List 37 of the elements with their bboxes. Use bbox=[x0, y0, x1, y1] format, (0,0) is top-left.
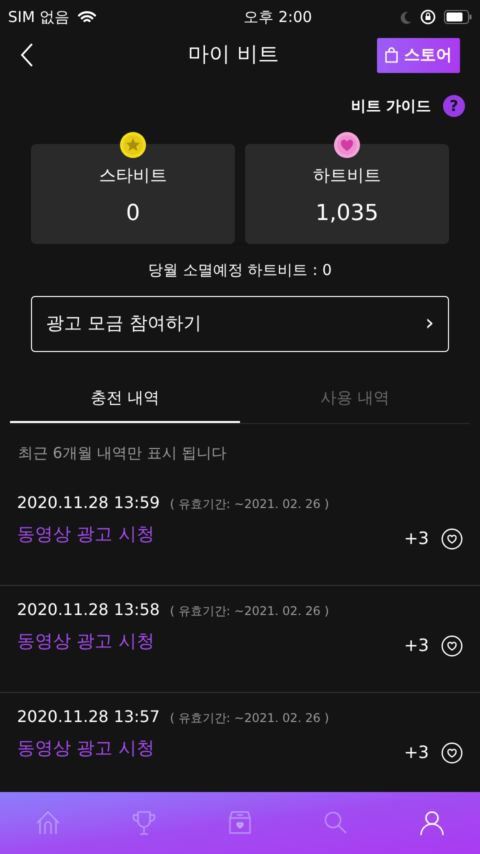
profile-icon[interactable] bbox=[418, 809, 446, 837]
guide-link[interactable]: 비트 가이드 bbox=[350, 95, 431, 118]
moon-icon bbox=[400, 10, 412, 24]
transaction-title: 동영상 광고 시청 bbox=[17, 522, 154, 547]
validity-text: ( 유효기간: ~2021. 02. 26 ) bbox=[170, 602, 330, 620]
balance-value: 1,035 bbox=[316, 200, 378, 228]
battery-icon bbox=[444, 10, 472, 24]
tab[interactable]: 충전 내역 bbox=[10, 376, 240, 422]
amount-text: +3 bbox=[404, 528, 429, 550]
transaction-title: 동영상 광고 시청 bbox=[17, 630, 154, 654]
transaction-date: 2020.11.28 13:58 bbox=[17, 598, 160, 620]
balance-label: 하트비트 bbox=[313, 164, 381, 188]
transaction-title: 동영상 광고 시청 bbox=[17, 736, 154, 761]
transaction-date: 2020.11.28 13:59 bbox=[17, 492, 160, 514]
page-title: 마이 비트 bbox=[188, 41, 279, 68]
trophy-icon[interactable] bbox=[130, 809, 158, 837]
balance-label: 스타비트 bbox=[99, 164, 167, 188]
amount-text: +3 bbox=[404, 742, 429, 764]
heart-coin-icon bbox=[333, 130, 361, 158]
validity-text: ( 유효기간: ~2021. 02. 26 ) bbox=[170, 710, 330, 726]
star-coin-icon bbox=[119, 130, 147, 158]
help-icon[interactable]: ? bbox=[443, 95, 465, 118]
expiring-note: 당월 소멸예정 하트비트 : 0 bbox=[148, 260, 332, 278]
chevron-icon: › bbox=[425, 307, 434, 340]
transaction-date: 2020.11.28 13:57 bbox=[17, 706, 160, 728]
validity-text: ( 유효기간: ~2021. 02. 26 ) bbox=[170, 496, 330, 512]
amount-text: +3 bbox=[404, 634, 429, 658]
balance-value: 0 bbox=[126, 200, 140, 228]
carrier-text: SIM 없음 bbox=[8, 6, 70, 28]
store-button[interactable]: 스토어 bbox=[377, 38, 460, 72]
wifi-icon bbox=[78, 10, 96, 24]
rotation-lock-icon bbox=[420, 9, 436, 25]
clock-text: 오후 2:00 bbox=[244, 6, 312, 28]
history-note: 최근 6개월 내역만 표시 됩니다 bbox=[18, 444, 227, 462]
ad-donation-button[interactable]: 광고 모금 참여하기 › bbox=[31, 296, 449, 352]
shopping-bag-icon bbox=[385, 47, 398, 63]
home-icon[interactable] bbox=[34, 809, 62, 837]
